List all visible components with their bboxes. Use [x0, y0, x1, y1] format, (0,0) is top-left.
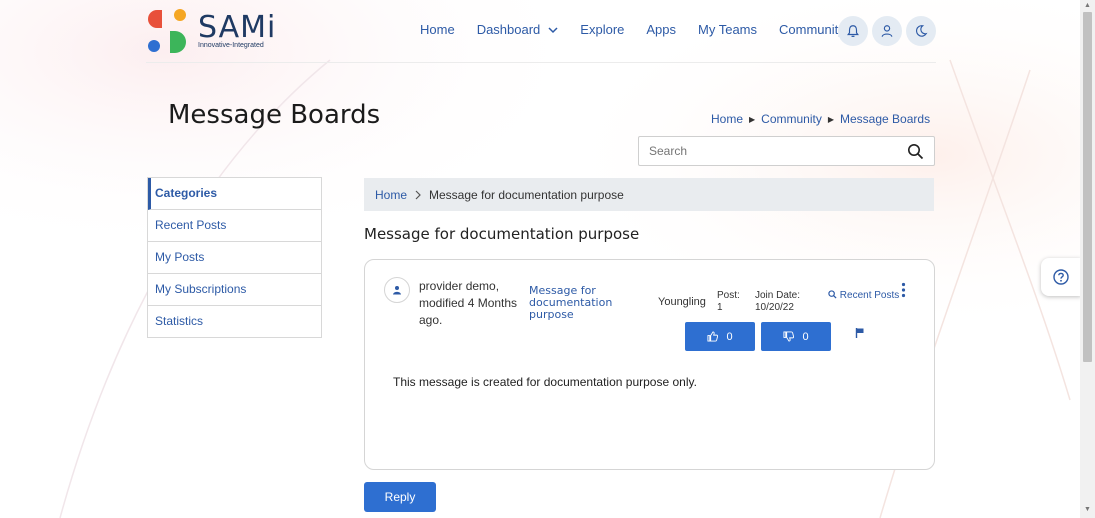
help-button[interactable]	[1041, 258, 1081, 296]
bell-icon	[847, 25, 859, 38]
downvote-count: 0	[802, 330, 809, 343]
recent-posts-label: Recent Posts	[839, 290, 900, 301]
author-name[interactable]: provider demo,	[419, 278, 519, 295]
join-date-value: 10/20/22	[755, 302, 794, 313]
scrollbar-thumb[interactable]	[1083, 12, 1092, 362]
search-icon	[828, 290, 837, 299]
breadcrumb-home[interactable]: Home	[711, 112, 743, 126]
help-icon	[1053, 269, 1069, 285]
page-title: Message Boards	[168, 100, 381, 130]
user-icon	[881, 25, 893, 37]
sidebar-item-categories[interactable]: Categories	[148, 178, 321, 210]
user-rank: Youngling	[658, 296, 706, 308]
join-date-label: Join Date:	[755, 290, 801, 301]
avatar[interactable]	[384, 277, 410, 303]
thread-breadcrumb-current: Message for documentation purpose	[429, 187, 624, 202]
thread-title: Message for documentation purpose	[364, 225, 640, 243]
logo-mark-icon	[146, 7, 190, 55]
sidebar-item-my-subscriptions[interactable]: My Subscriptions	[148, 274, 321, 306]
site-header: SAMi Innovative-Integrated Home Dashboar…	[146, 0, 936, 63]
caret-right-icon: ▶	[827, 114, 835, 124]
brand-name: SAMi	[198, 10, 277, 45]
thread-breadcrumb-home[interactable]: Home	[375, 188, 407, 202]
join-date: Join Date: 10/20/22	[755, 290, 800, 314]
search-box	[638, 136, 935, 166]
chevron-right-icon	[415, 190, 421, 199]
nav-apps[interactable]: Apps	[646, 22, 676, 37]
upvote-button[interactable]: 0	[685, 322, 755, 351]
message-author: provider demo, modified 4 Months ago.	[419, 278, 519, 329]
breadcrumb-community[interactable]: Community	[761, 112, 822, 126]
flag-icon[interactable]	[855, 327, 865, 339]
thumbs-down-icon	[783, 331, 795, 342]
sidebar-item-my-posts[interactable]: My Posts	[148, 242, 321, 274]
search-input[interactable]	[647, 143, 891, 159]
nav-home[interactable]: Home	[420, 22, 455, 37]
post-count: Post: 1	[717, 290, 740, 314]
chevron-down-icon	[548, 26, 558, 33]
scroll-down-icon[interactable]: ▼	[1084, 506, 1091, 513]
message-card: provider demo, modified 4 Months ago. Me…	[364, 259, 935, 470]
message-body: This message is created for documentatio…	[393, 375, 697, 389]
notifications-button[interactable]	[838, 16, 868, 46]
thumbs-up-icon	[707, 331, 719, 342]
user-icon	[393, 286, 401, 295]
reply-button[interactable]: Reply	[364, 482, 436, 512]
scrollbar[interactable]: ▲ ▼	[1080, 0, 1095, 518]
recent-posts-link[interactable]: Recent Posts	[828, 290, 899, 302]
more-options-icon[interactable]	[901, 282, 906, 298]
caret-right-icon: ▶	[749, 114, 756, 124]
nav-dashboard[interactable]: Dashboard	[477, 22, 559, 37]
sidebar: Categories Recent Posts My Posts My Subs…	[147, 177, 322, 338]
modified-time: modified 4 Months ago.	[419, 296, 518, 327]
theme-toggle-button[interactable]	[906, 16, 936, 46]
breadcrumb-message-boards[interactable]: Message Boards	[840, 112, 930, 126]
post-count-value: 1	[717, 302, 723, 313]
downvote-button[interactable]: 0	[761, 322, 831, 351]
brand-tagline: Innovative-Integrated	[198, 42, 264, 49]
sidebar-item-statistics[interactable]: Statistics	[148, 306, 321, 337]
search-icon[interactable]	[907, 143, 924, 160]
post-count-label: Post:	[717, 290, 740, 301]
thread-breadcrumb: Home Message for documentation purpose	[364, 178, 934, 211]
scroll-up-icon[interactable]: ▲	[1084, 2, 1091, 9]
moon-icon	[915, 25, 928, 37]
brand-logo[interactable]: SAMi Innovative-Integrated	[146, 7, 276, 55]
upvote-count: 0	[726, 330, 733, 343]
sidebar-item-recent-posts[interactable]: Recent Posts	[148, 210, 321, 242]
message-subject-link[interactable]: Message for documentation purpose	[529, 285, 624, 321]
breadcrumb: Home ▶ Community ▶ Message Boards	[711, 112, 930, 126]
profile-button[interactable]	[872, 16, 902, 46]
nav-my-teams[interactable]: My Teams	[698, 22, 757, 37]
nav-explore[interactable]: Explore	[580, 22, 624, 37]
main-nav: Home Dashboard Explore Apps My Teams Com…	[420, 22, 885, 37]
